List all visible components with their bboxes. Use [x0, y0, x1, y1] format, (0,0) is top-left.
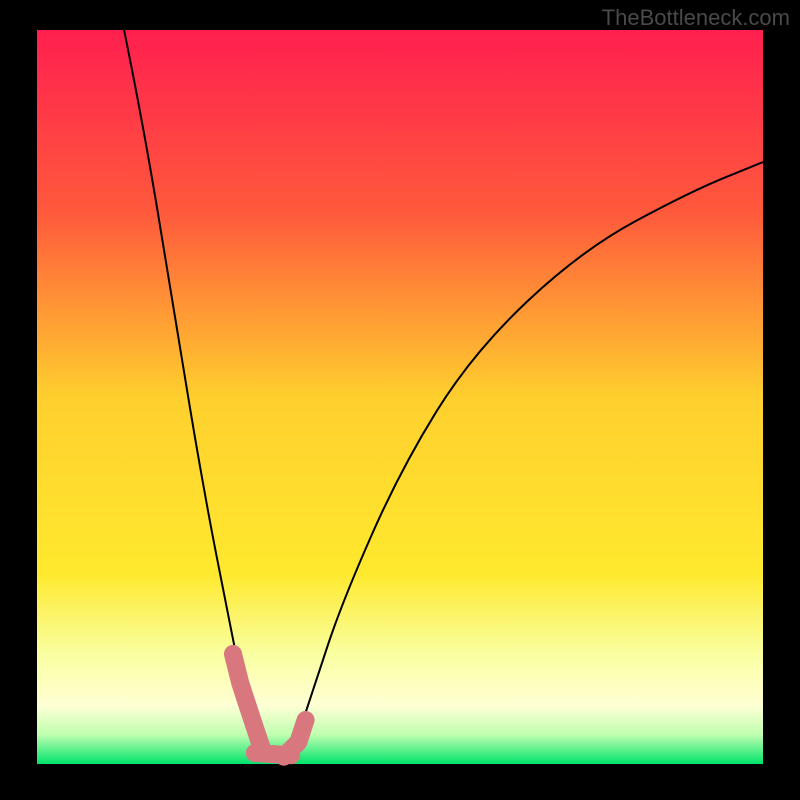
optimum-markers	[233, 654, 306, 757]
watermark-text: TheBottleneck.com	[602, 5, 790, 31]
plot-area	[37, 30, 763, 764]
bottleneck-curve	[124, 30, 763, 757]
curve-layer	[37, 30, 763, 764]
